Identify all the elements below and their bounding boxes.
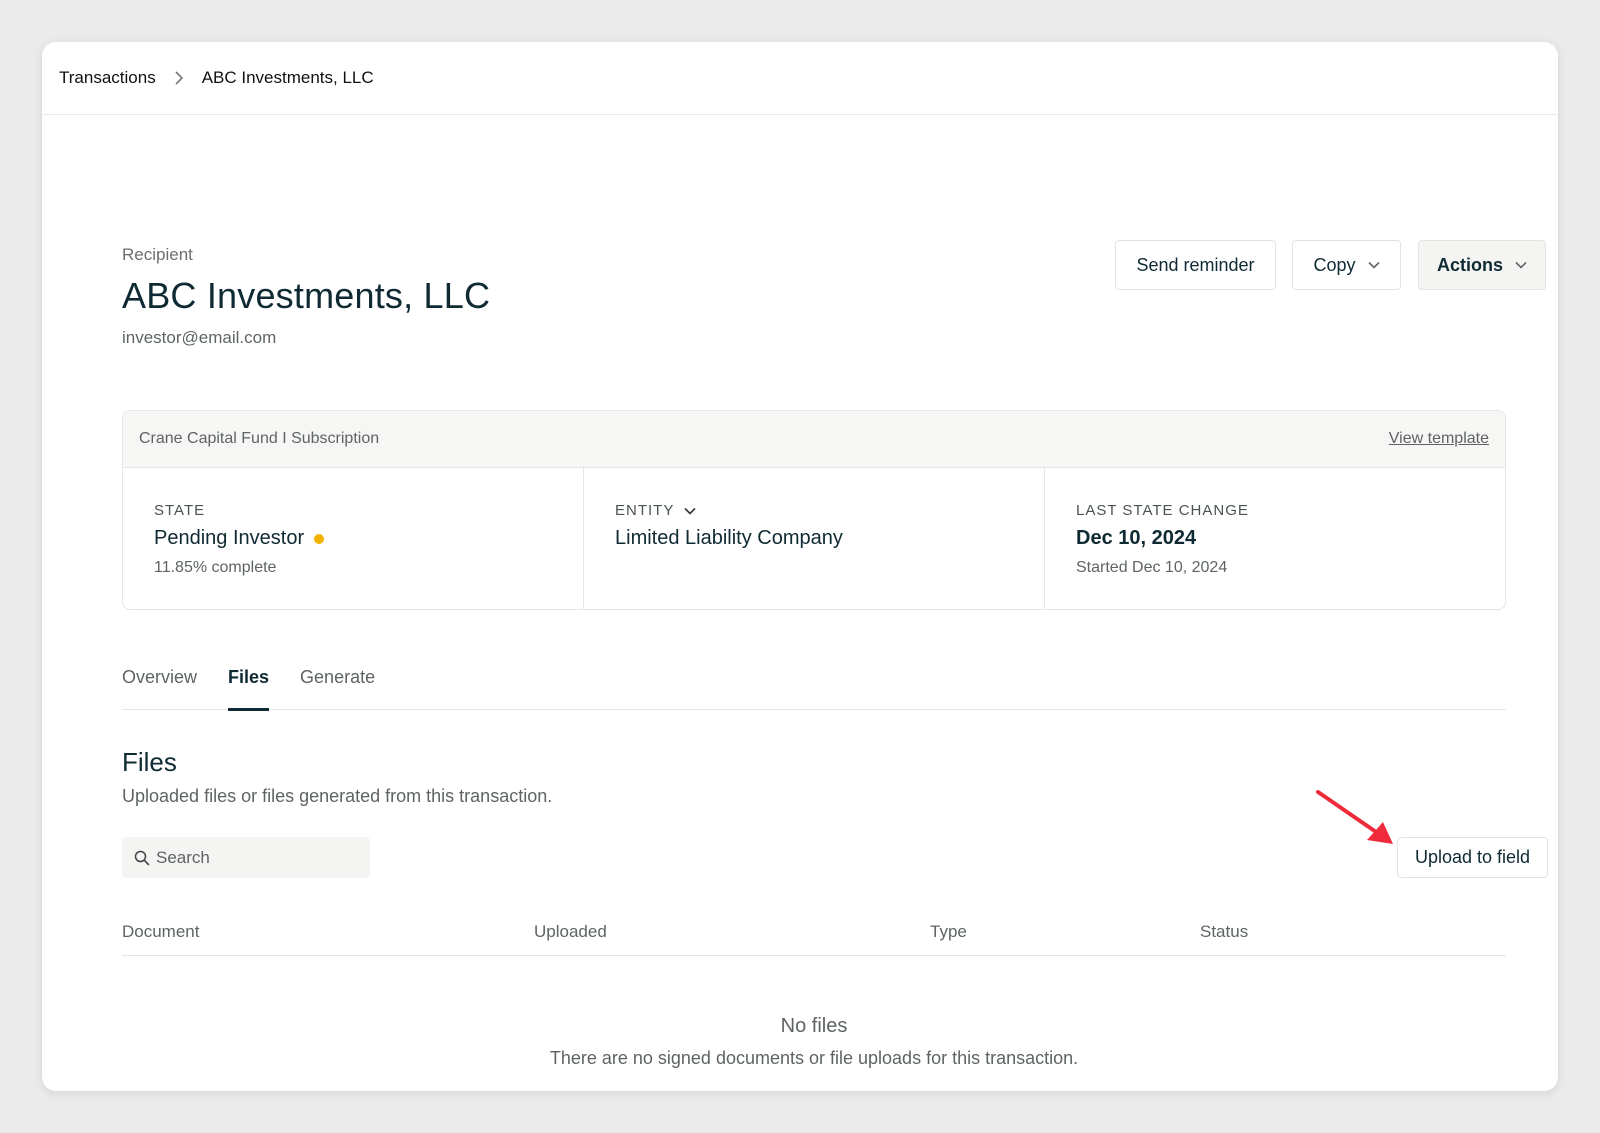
search-icon [134, 850, 150, 866]
column-header-document[interactable]: Document [122, 922, 199, 942]
last-state-change-label: LAST STATE CHANGE [1076, 502, 1249, 519]
recipient-label: Recipient [122, 245, 193, 264]
transaction-summary-card: Crane Capital Fund I Subscription View t… [122, 410, 1506, 610]
last-state-change-value: Dec 10, 2024 [1076, 527, 1197, 549]
chevron-down-icon [684, 507, 696, 515]
tab-files[interactable]: Files [228, 655, 270, 711]
column-header-status[interactable]: Status [1200, 922, 1248, 942]
recipient-email: investor@email.com [122, 328, 277, 347]
entity-label: ENTITY [615, 502, 675, 519]
started-date: Started Dec 10, 2024 [1076, 559, 1228, 576]
empty-state-message: There are no signed documents or file up… [549, 1048, 1079, 1068]
state-label: STATE [154, 502, 206, 519]
state-value: Pending Investor [154, 527, 305, 549]
files-table-header: Document Uploaded Type Status [122, 910, 1506, 956]
files-section-title: Files [122, 747, 177, 777]
state-column: STATE Pending Investor 11.85% complete [123, 468, 584, 609]
state-value-row: Pending Investor [154, 527, 552, 550]
upload-to-field-label: Upload to field [1414, 847, 1531, 867]
breadcrumb-current: ABC Investments, LLC [201, 68, 374, 87]
entity-dropdown-toggle[interactable]: ENTITY [615, 502, 1013, 519]
chevron-right-icon [174, 71, 184, 85]
column-header-type[interactable]: Type [930, 922, 967, 942]
copy-label: Copy [1313, 254, 1356, 275]
summary-card-body: STATE Pending Investor 11.85% complete E… [123, 468, 1505, 609]
upload-to-field-button[interactable]: Upload to field [1397, 837, 1548, 878]
annotation-arrow-icon [1316, 790, 1393, 844]
tab-generate[interactable]: Generate [300, 655, 375, 710]
send-reminder-button[interactable]: Send reminder [1115, 240, 1276, 290]
send-reminder-label: Send reminder [1136, 254, 1255, 275]
breadcrumb: Transactions ABC Investments, LLC [42, 42, 1558, 115]
page-title: ABC Investments, LLC [122, 275, 491, 316]
tab-overview[interactable]: Overview [122, 655, 197, 710]
chevron-down-icon [1515, 261, 1527, 269]
tab-bar: Overview Files Generate [122, 655, 1506, 711]
actions-label: Actions [1436, 254, 1503, 275]
summary-card-header: Crane Capital Fund I Subscription View t… [123, 411, 1505, 468]
entity-value: Limited Liability Company [615, 527, 843, 549]
status-dot-icon [314, 533, 325, 544]
entity-column: ENTITY Limited Liability Company [584, 468, 1045, 609]
search-input[interactable] [156, 847, 356, 868]
column-header-uploaded[interactable]: Uploaded [534, 922, 607, 942]
search-box [122, 837, 370, 878]
files-section-subtitle: Uploaded files or files generated from t… [122, 786, 553, 806]
transaction-window: Transactions ABC Investments, LLC Recipi… [42, 42, 1558, 1091]
summary-card-title: Crane Capital Fund I Subscription [139, 430, 380, 447]
view-template-link[interactable]: View template [1389, 430, 1489, 448]
state-progress: 11.85% complete [154, 559, 277, 576]
breadcrumb-transactions-link[interactable]: Transactions [59, 68, 156, 88]
actions-button[interactable]: Actions [1418, 240, 1546, 290]
last-state-change-column: LAST STATE CHANGE Dec 10, 2024 Started D… [1045, 468, 1505, 609]
chevron-down-icon [1367, 261, 1380, 269]
empty-state-title: No files [780, 1015, 848, 1037]
copy-button[interactable]: Copy [1292, 240, 1401, 290]
